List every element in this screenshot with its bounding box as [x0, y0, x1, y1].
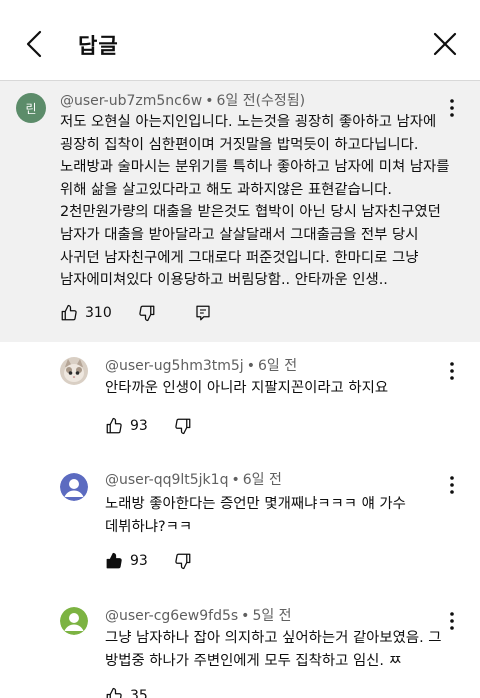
- comment-time[interactable]: 6일 전(수정됨): [216, 93, 305, 109]
- thumbs-up-icon: [106, 687, 122, 698]
- avatar-initial: 린: [25, 101, 37, 116]
- comment-actions: 310: [60, 304, 212, 322]
- comment-meta: @user-ub7zm5nc6w • 6일 전(수정됨): [60, 93, 306, 109]
- comment-actions: 35: [105, 687, 148, 698]
- comment-meta: @user-qq9lt5jk1q • 6일 전: [105, 472, 282, 488]
- thumbs-up-filled-icon: [106, 552, 122, 569]
- parent-comment: 린 @user-ub7zm5nc6w • 6일 전(수정됨) 저도 오현실 아는지인…: [0, 80, 480, 342]
- comment-time[interactable]: 6일 전: [258, 358, 297, 374]
- thumbs-up-icon: [61, 304, 77, 321]
- reply-item: @user-qq9lt5jk1q • 6일 전 노래방 좋아한다는 증언만 몇개째냐…: [0, 468, 480, 588]
- avatar[interactable]: [60, 473, 88, 501]
- like-count: 310: [85, 305, 112, 321]
- comment-actions: 93: [105, 552, 192, 570]
- reply-item: @user-cg6ew9fd5s • 5일 전 그냥 남자하나 잡아 의지하고 싶어…: [0, 604, 480, 698]
- comment-text: 안타까운 인생이 아니라 지팔지꼰이라고 하지요: [105, 380, 389, 396]
- thumbs-down-icon: [175, 418, 191, 435]
- back-button[interactable]: [22, 30, 48, 58]
- comment-author[interactable]: @user-cg6ew9fd5s: [105, 608, 238, 624]
- comment-time[interactable]: 6일 전: [243, 472, 282, 488]
- replies-header: 답글: [0, 0, 480, 80]
- reply-item: @user-ug5hm3tm5j • 6일 전 안타까운 인생이 아니라 지팔지꼰이…: [0, 354, 480, 474]
- like-count: 35: [130, 688, 148, 698]
- avatar[interactable]: [60, 607, 88, 635]
- thumbs-down-icon: [175, 553, 191, 570]
- comment-author[interactable]: @user-qq9lt5jk1q: [105, 472, 228, 488]
- close-button[interactable]: [432, 31, 458, 57]
- cat-photo-avatar: [60, 357, 88, 385]
- comment-text: 노래방 좋아한다는 증언만 몇개째냐ㅋㅋㅋ 얘 가수 데뷔하냐?ㅋㅋ: [105, 496, 406, 535]
- dislike-button[interactable]: [174, 417, 192, 435]
- comment-meta: @user-ug5hm3tm5j • 6일 전: [105, 358, 298, 374]
- comment-text: 그냥 남자하나 잡아 의지하고 싶어하는거 같아보였음. 그 방법중 하나가 주…: [105, 630, 442, 669]
- like-button[interactable]: 93: [105, 417, 148, 435]
- page-title: 답글: [78, 34, 119, 58]
- comment-time[interactable]: 5일 전: [252, 608, 291, 624]
- close-icon: [433, 32, 457, 56]
- dislike-button[interactable]: [174, 552, 192, 570]
- reply-button[interactable]: [194, 304, 212, 322]
- comment-meta: @user-cg6ew9fd5s • 5일 전: [105, 608, 292, 624]
- comment-author[interactable]: @user-ug5hm3tm5j: [105, 358, 244, 374]
- like-count: 93: [130, 418, 148, 434]
- comment-actions: 93: [105, 417, 192, 435]
- avatar[interactable]: 린: [16, 93, 46, 123]
- thumbs-up-icon: [106, 417, 122, 434]
- like-button[interactable]: 93: [105, 552, 148, 570]
- dislike-button[interactable]: [138, 304, 156, 322]
- comment-author[interactable]: @user-ub7zm5nc6w: [60, 93, 202, 109]
- reply-comment-icon: [196, 305, 210, 321]
- like-button[interactable]: 310: [60, 304, 112, 322]
- like-count: 93: [130, 553, 148, 569]
- default-person-avatar: [60, 607, 88, 635]
- comment-text: 저도 오현실 아는지인입니다. 노는것을 굉장히 좋아하고 남자에 굉장히 집착…: [60, 114, 450, 289]
- like-button[interactable]: 35: [105, 687, 148, 698]
- default-person-avatar: [60, 473, 88, 501]
- avatar[interactable]: [60, 357, 88, 385]
- thumbs-down-icon: [139, 305, 155, 322]
- chevron-left-icon: [26, 30, 42, 58]
